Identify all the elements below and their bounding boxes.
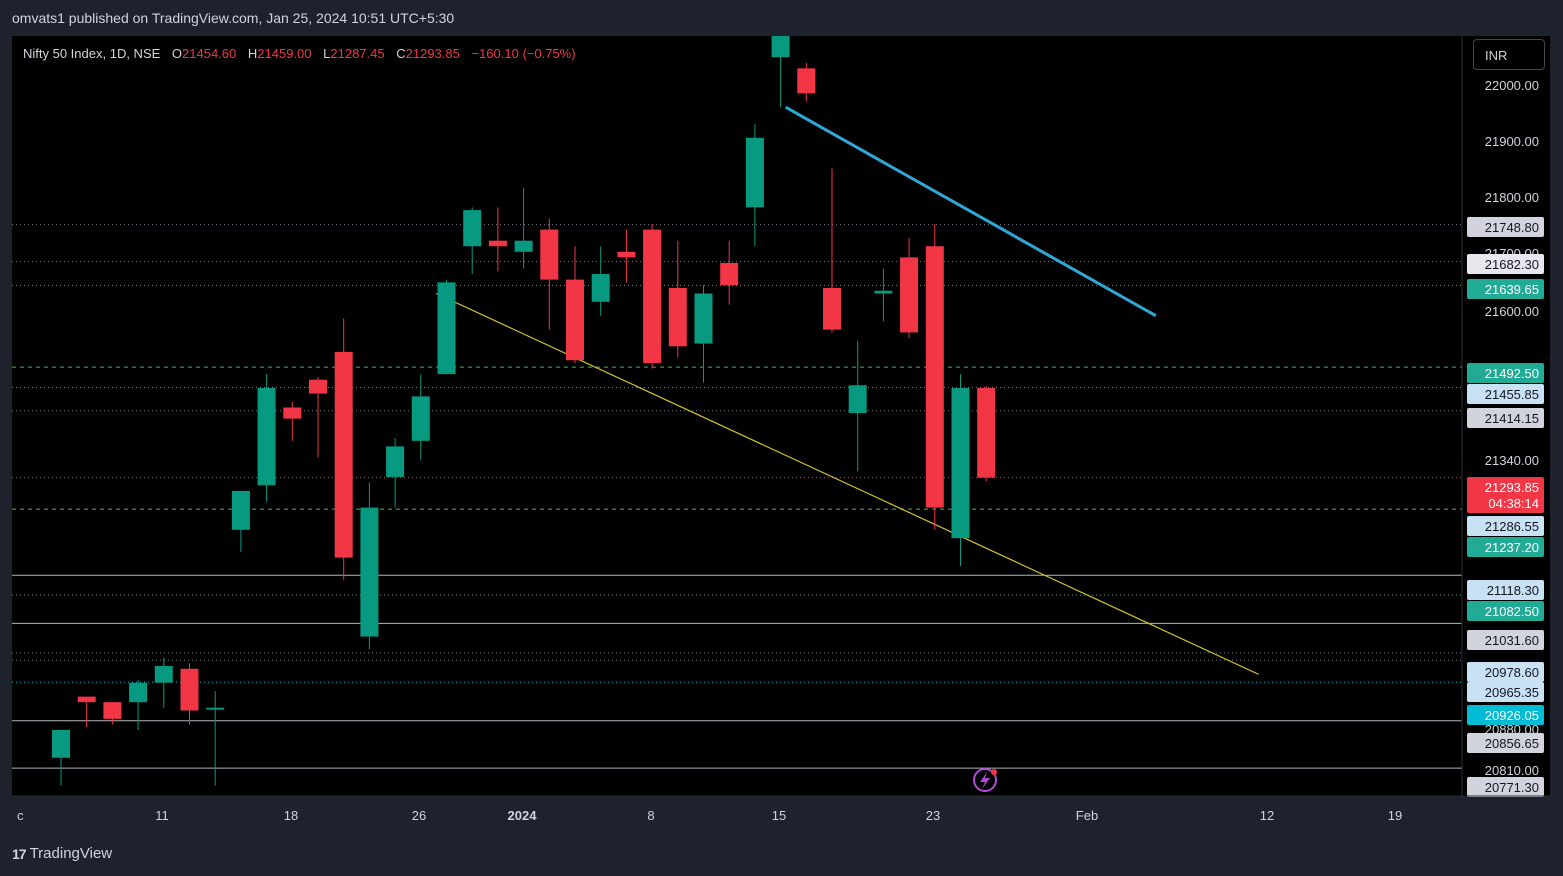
high-label: H bbox=[247, 46, 258, 61]
tradingview-logo-icon: 17 bbox=[12, 845, 27, 862]
candle-body bbox=[154, 666, 173, 683]
price-tick-label: 21900.00 bbox=[1485, 134, 1539, 149]
time-tick-label: Feb bbox=[1076, 808, 1098, 823]
close-value: 21293.85 bbox=[405, 46, 460, 61]
price-tag-label: 21748.80 bbox=[1485, 220, 1539, 235]
change-value: −160.10 (−0.75%) bbox=[471, 46, 576, 61]
candle-body bbox=[52, 729, 70, 758]
candle-body bbox=[103, 702, 122, 719]
candle-body bbox=[309, 379, 327, 394]
price-tag-label: 21455.85 bbox=[1485, 387, 1539, 402]
candle-body bbox=[977, 388, 996, 478]
price-tag-label: 21082.50 bbox=[1485, 604, 1539, 619]
price-tick-label: 22000.00 bbox=[1485, 78, 1539, 93]
price-tag-label: 20965.35 bbox=[1485, 685, 1539, 700]
price-tick-label: 21340.00 bbox=[1485, 453, 1539, 468]
candle-body bbox=[463, 210, 482, 247]
time-tick-label: 19 bbox=[1388, 808, 1402, 823]
candle-body bbox=[643, 229, 662, 363]
brand-name: TradingView bbox=[29, 845, 113, 862]
candlestick-chart[interactable]: 22000.0021900.0021800.0021700.0021600.00… bbox=[12, 36, 1550, 836]
candle-body bbox=[668, 287, 687, 347]
candle-body bbox=[540, 229, 559, 280]
low-value: 21287.45 bbox=[330, 46, 385, 61]
plot-area bbox=[12, 36, 1462, 786]
candle-body bbox=[180, 668, 199, 711]
time-tick-label: 12 bbox=[1260, 808, 1274, 823]
candle-body bbox=[925, 246, 944, 508]
notification-dot-icon bbox=[991, 769, 997, 775]
candle-body bbox=[206, 707, 225, 710]
time-tick-label: 11 bbox=[155, 808, 169, 823]
price-tag-label: 21414.15 bbox=[1485, 411, 1539, 426]
candle-body bbox=[77, 696, 96, 703]
candle-body bbox=[848, 385, 867, 414]
trendline-upper bbox=[785, 105, 1157, 318]
price-tag-label: 21492.50 bbox=[1485, 366, 1539, 381]
time-tick-label: c bbox=[17, 808, 24, 823]
candle-body bbox=[386, 446, 405, 477]
time-tick-label: 26 bbox=[412, 808, 426, 823]
price-tag-label: 20856.65 bbox=[1485, 736, 1539, 751]
tradingview-logo[interactable]: 17 TradingView bbox=[12, 845, 112, 862]
open-label: O bbox=[171, 46, 183, 61]
high-value: 21459.00 bbox=[257, 46, 312, 61]
countdown-label: 04:38:14 bbox=[1488, 496, 1539, 511]
open-value: 21454.60 bbox=[182, 46, 237, 61]
publish-info: omvats1 published on TradingView.com, Ja… bbox=[12, 10, 455, 26]
price-tag-label: 21237.20 bbox=[1485, 540, 1539, 555]
candle-body bbox=[797, 68, 816, 94]
candle-body bbox=[283, 407, 302, 419]
time-tick-label: 2024 bbox=[508, 808, 538, 823]
candle-body bbox=[514, 240, 533, 252]
price-tick-label: 20810.00 bbox=[1485, 763, 1539, 778]
candle-body bbox=[257, 388, 276, 486]
price-tag-label: 21286.55 bbox=[1485, 519, 1539, 534]
candle-body bbox=[745, 137, 764, 208]
price-tag-label: 21031.60 bbox=[1485, 633, 1539, 648]
symbol-name[interactable]: Nifty 50 Index, 1D, NSE bbox=[23, 46, 160, 61]
price-tag-label: 20771.30 bbox=[1485, 780, 1539, 795]
candle-body bbox=[129, 682, 148, 703]
candle-body bbox=[334, 351, 353, 558]
price-tag-label: 20978.60 bbox=[1485, 665, 1539, 680]
time-tick-label: 15 bbox=[772, 808, 786, 823]
time-tick-label: 23 bbox=[926, 808, 940, 823]
candle-body bbox=[720, 262, 739, 286]
candle-body bbox=[771, 36, 790, 58]
currency-button[interactable]: INR bbox=[1473, 39, 1545, 70]
symbol-legend: Nifty 50 Index, 1D, NSE O21454.60 H21459… bbox=[23, 46, 576, 61]
candle-body bbox=[874, 290, 893, 294]
candle-body bbox=[951, 388, 970, 539]
candle-body bbox=[231, 490, 250, 530]
price-tag-label: 20926.05 bbox=[1485, 708, 1539, 723]
candle-body bbox=[488, 240, 507, 247]
price-tag-label: 21682.30 bbox=[1485, 257, 1539, 272]
candle-body bbox=[411, 396, 430, 441]
lightning-bolt-icon bbox=[980, 772, 990, 789]
price-tag-label: 21293.85 bbox=[1485, 480, 1539, 495]
candle-body bbox=[591, 274, 610, 302]
price-tick-label: 21800.00 bbox=[1485, 190, 1539, 205]
candle-body bbox=[823, 287, 841, 330]
price-tag-label: 21118.30 bbox=[1487, 583, 1539, 598]
candle-body bbox=[900, 257, 919, 333]
candle-body bbox=[566, 279, 584, 361]
close-label: C bbox=[396, 46, 406, 61]
time-tick-label: 18 bbox=[284, 808, 298, 823]
price-tick-label: 21600.00 bbox=[1485, 304, 1539, 319]
candle-body bbox=[694, 293, 713, 344]
trendline-lower bbox=[435, 292, 1259, 675]
time-tick-label: 8 bbox=[647, 808, 654, 823]
candle-body bbox=[617, 251, 636, 258]
candle-body bbox=[360, 507, 379, 637]
price-tag-label: 21639.65 bbox=[1485, 282, 1539, 297]
candle-body bbox=[437, 282, 456, 375]
